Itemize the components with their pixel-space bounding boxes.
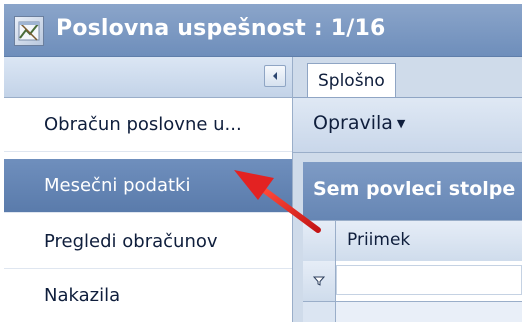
- nav-item-label: Nakazila: [44, 285, 121, 306]
- filter-row: [303, 261, 522, 302]
- app-icon: [14, 16, 44, 46]
- nav-item-nakazila[interactable]: Nakazila: [4, 269, 292, 322]
- tab-strip: Splošno: [293, 57, 522, 98]
- row-indicator: [303, 302, 336, 322]
- nav-item-label: Obračun poslovne u...: [44, 114, 242, 135]
- navigation-pane: Obračun poslovne u... Mesečni podatki Pr…: [4, 57, 293, 322]
- filter-row-indicator: [303, 261, 336, 301]
- nav-item-mesecni-podatki[interactable]: Mesečni podatki: [4, 159, 292, 213]
- window-title: Poslovna uspešnost : 1/16: [56, 16, 386, 41]
- group-by-hint: Sem povleci stolpe: [313, 178, 516, 200]
- caret-down-icon: ▼: [396, 117, 406, 130]
- tasks-label: Opravila: [313, 112, 393, 134]
- nav-item-pregledi[interactable]: Pregledi obračunov: [4, 215, 292, 269]
- tab-splosno[interactable]: Splošno: [307, 63, 396, 97]
- nav-header: [4, 57, 292, 98]
- grid-row: [303, 302, 522, 322]
- collapse-nav-button[interactable]: [264, 65, 286, 87]
- filter-icon: [313, 276, 325, 286]
- app-window: Poslovna uspešnost : 1/16 Obračun poslov…: [4, 4, 522, 322]
- content-pane: Splošno Opravila ▼ Sem povleci stolpe Pri…: [293, 57, 522, 322]
- column-header-priimek[interactable]: Priimek: [347, 230, 410, 250]
- title-bar: Poslovna uspešnost : 1/16: [4, 4, 522, 57]
- nav-item-label: Pregledi obračunov: [44, 231, 218, 252]
- nav-item-label: Mesečni podatki: [44, 175, 191, 196]
- row-indicator-header: [303, 221, 336, 261]
- grid-header: Priimek: [303, 220, 522, 262]
- group-by-panel[interactable]: Sem povleci stolpe: [303, 162, 522, 220]
- toolbar: Opravila ▼: [293, 98, 522, 153]
- chevron-left-icon: [273, 72, 277, 80]
- filter-cell-priimek[interactable]: [336, 265, 522, 295]
- nav-item-obracun[interactable]: Obračun poslovne u...: [4, 98, 292, 152]
- tasks-menu[interactable]: Opravila ▼: [313, 112, 405, 134]
